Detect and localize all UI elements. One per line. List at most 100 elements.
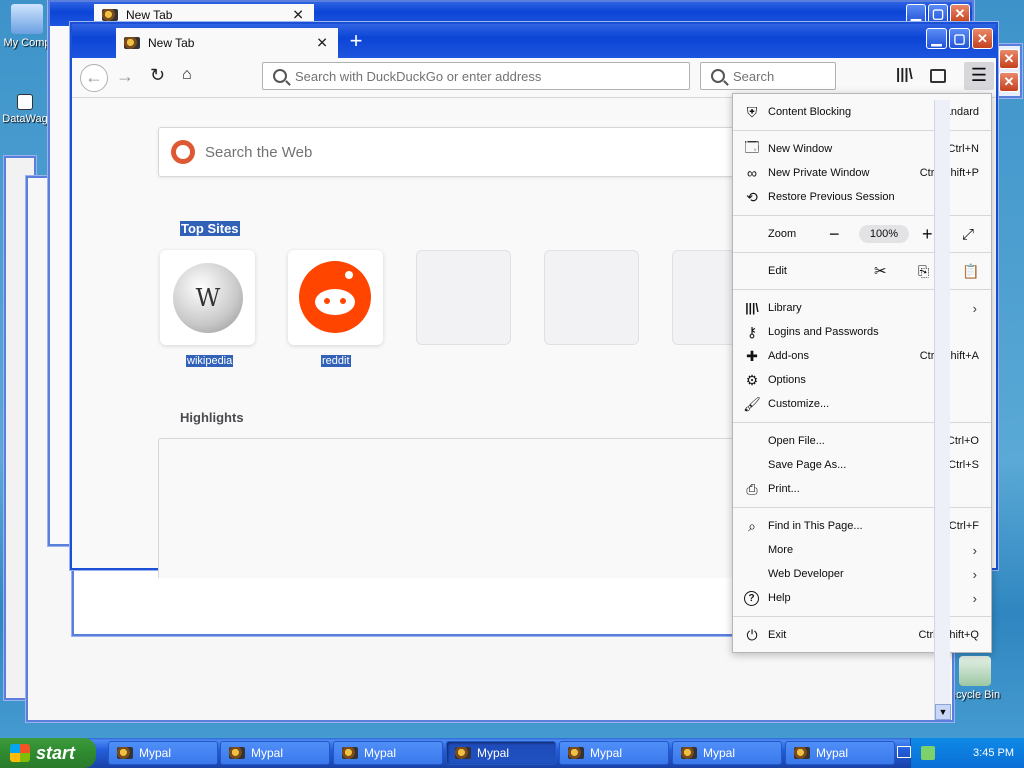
restore-session-icon: ⟲ bbox=[746, 188, 758, 205]
fullscreen-icon[interactable]: ⤢ bbox=[962, 226, 974, 243]
top-site-label[interactable]: reddit bbox=[321, 355, 351, 367]
zoom-reset-button[interactable]: 100% bbox=[859, 225, 909, 243]
menu-item-save-page[interactable]: Save Page As... Ctrl+S bbox=[733, 453, 991, 477]
menu-item-exit[interactable]: ⏻ Exit Ctrl+Shift+Q bbox=[733, 623, 991, 647]
close-button[interactable]: ✕ bbox=[972, 28, 993, 49]
shortcut-icon bbox=[17, 94, 33, 110]
menu-item-customize[interactable]: 🖌 Customize... bbox=[733, 392, 991, 416]
search-icon bbox=[273, 69, 287, 83]
copy-icon[interactable]: ⎘ bbox=[918, 263, 929, 280]
reload-icon[interactable]: ↻ bbox=[150, 65, 165, 86]
taskbar-item[interactable]: Mypal bbox=[785, 741, 895, 765]
close-button[interactable]: ✕ bbox=[999, 49, 1019, 69]
search-bar[interactable]: Search bbox=[700, 62, 836, 90]
menu-item-logins[interactable]: ⚷ Logins and Passwords bbox=[733, 320, 991, 344]
recycle-bin-icon bbox=[959, 656, 991, 686]
mypal-icon bbox=[229, 747, 245, 759]
close-button[interactable]: ✕ bbox=[999, 72, 1019, 92]
menu-separator bbox=[733, 215, 991, 216]
duckduckgo-icon bbox=[171, 140, 195, 164]
menu-separator bbox=[733, 422, 991, 423]
menu-item-open-file[interactable]: Open File... Ctrl+O bbox=[733, 429, 991, 453]
maximize-button[interactable]: ▢ bbox=[949, 28, 970, 49]
chevron-right-icon: › bbox=[972, 590, 977, 606]
menu-item-zoom: Zoom − 100% + ⤢ bbox=[768, 223, 975, 245]
search-icon: ⌕ bbox=[748, 517, 756, 534]
mypal-icon bbox=[342, 747, 358, 759]
taskbar-item-active[interactable]: Mypal bbox=[446, 741, 556, 765]
shield-icon: ⛨ bbox=[746, 103, 758, 120]
menu-item-options[interactable]: ⚙ Options bbox=[733, 368, 991, 392]
taskbar-item[interactable]: Mypal bbox=[672, 741, 782, 765]
search-placeholder: Search bbox=[733, 68, 775, 84]
top-site-tile-reddit[interactable] bbox=[288, 250, 383, 345]
scroll-down-button[interactable]: ▼ bbox=[935, 704, 951, 720]
start-button[interactable]: start bbox=[0, 738, 96, 768]
menu-item-more[interactable]: More › bbox=[733, 538, 991, 562]
close-tab-icon[interactable]: ✕ bbox=[292, 7, 304, 24]
mypal-icon bbox=[102, 9, 118, 21]
taskbar-item[interactable]: Mypal bbox=[108, 741, 218, 765]
background-window-5: ✕ ✕ bbox=[996, 44, 1022, 98]
gear-icon: ⚙ bbox=[745, 371, 759, 388]
menu-item-content-blocking[interactable]: ⛨ Content Blocking Standard bbox=[733, 100, 991, 124]
desktop-icon-label: DataWag bbox=[2, 113, 48, 125]
library-icon: |||\ bbox=[745, 301, 759, 315]
sidebar-icon[interactable] bbox=[930, 69, 946, 83]
power-icon: ⏻ bbox=[746, 626, 758, 643]
mypal-icon bbox=[568, 747, 584, 759]
mypal-icon bbox=[124, 37, 140, 49]
menu-item-library[interactable]: |||\ Library › bbox=[733, 296, 991, 320]
top-sites-heading: Top Sites bbox=[180, 221, 240, 236]
key-icon: ⚷ bbox=[746, 323, 758, 340]
url-bar[interactable]: Search with DuckDuckGo or enter address bbox=[262, 62, 690, 90]
chevron-right-icon: › bbox=[972, 542, 977, 558]
close-button[interactable]: ✕ bbox=[950, 4, 970, 24]
app-menu-panel: ⛨ Content Blocking Standard 🗔 New Window… bbox=[732, 93, 992, 653]
zoom-in-button[interactable]: + bbox=[922, 224, 933, 245]
menu-item-new-window[interactable]: 🗔 New Window Ctrl+N bbox=[733, 137, 991, 161]
close-tab-icon[interactable]: ✕ bbox=[316, 35, 328, 52]
web-search-box[interactable]: Search the Web bbox=[158, 127, 738, 177]
menu-item-restore-session[interactable]: ⟲ Restore Previous Session bbox=[733, 185, 991, 209]
menu-item-new-private-window[interactable]: ∞ New Private Window Ctrl+Shift+P bbox=[733, 161, 991, 185]
top-site-label[interactable]: wikipedia bbox=[186, 355, 234, 367]
desktop-icon-label: My Comp bbox=[3, 37, 51, 49]
mypal-icon bbox=[455, 747, 471, 759]
taskbar-item[interactable]: Mypal bbox=[559, 741, 669, 765]
paintbrush-icon: 🖌 bbox=[743, 395, 761, 412]
printer-icon: ⎙ bbox=[746, 480, 758, 497]
home-icon[interactable]: ⌂ bbox=[182, 66, 192, 84]
menu-item-print[interactable]: ⎙ Print... bbox=[733, 477, 991, 501]
library-icon[interactable]: |||\ bbox=[896, 66, 913, 83]
menu-item-help[interactable]: ? Help › bbox=[733, 586, 991, 610]
clock[interactable]: 3:45 PM bbox=[973, 747, 1014, 759]
zoom-out-button[interactable]: − bbox=[829, 224, 840, 245]
minimize-button[interactable]: ▁ bbox=[926, 28, 947, 49]
network-icon[interactable] bbox=[921, 746, 935, 760]
help-icon: ? bbox=[744, 590, 759, 606]
computer-icon bbox=[11, 4, 43, 34]
paste-icon[interactable]: 📋 bbox=[962, 263, 979, 280]
maximize-button[interactable]: ▢ bbox=[928, 4, 948, 24]
mypal-icon bbox=[794, 747, 810, 759]
menu-item-find[interactable]: ⌕ Find in This Page... Ctrl+F bbox=[733, 514, 991, 538]
taskbar-item[interactable]: Mypal bbox=[220, 741, 330, 765]
minimize-button[interactable]: ▁ bbox=[906, 4, 926, 24]
tab-new-tab[interactable]: New Tab ✕ bbox=[116, 28, 338, 58]
back-button[interactable]: ← bbox=[80, 64, 108, 92]
menu-item-web-developer[interactable]: Web Developer › bbox=[733, 562, 991, 586]
start-label: start bbox=[36, 742, 76, 763]
top-site-tile-wikipedia[interactable]: W bbox=[160, 250, 255, 345]
menu-item-addons[interactable]: ✚ Add-ons Ctrl+Shift+A bbox=[733, 344, 991, 368]
system-tray: 3:45 PM bbox=[897, 738, 1024, 768]
new-tab-button[interactable]: + bbox=[344, 28, 368, 54]
taskbar-item[interactable]: Mypal bbox=[333, 741, 443, 765]
keyboard-icon[interactable] bbox=[897, 746, 911, 758]
chevron-right-icon: › bbox=[972, 566, 977, 582]
cut-icon[interactable]: ✂ bbox=[874, 262, 887, 280]
scrollbar[interactable]: ▼ bbox=[934, 100, 951, 720]
forward-icon[interactable]: → bbox=[116, 66, 134, 87]
search-icon bbox=[711, 69, 725, 83]
menu-button[interactable]: ☰ bbox=[964, 62, 994, 90]
